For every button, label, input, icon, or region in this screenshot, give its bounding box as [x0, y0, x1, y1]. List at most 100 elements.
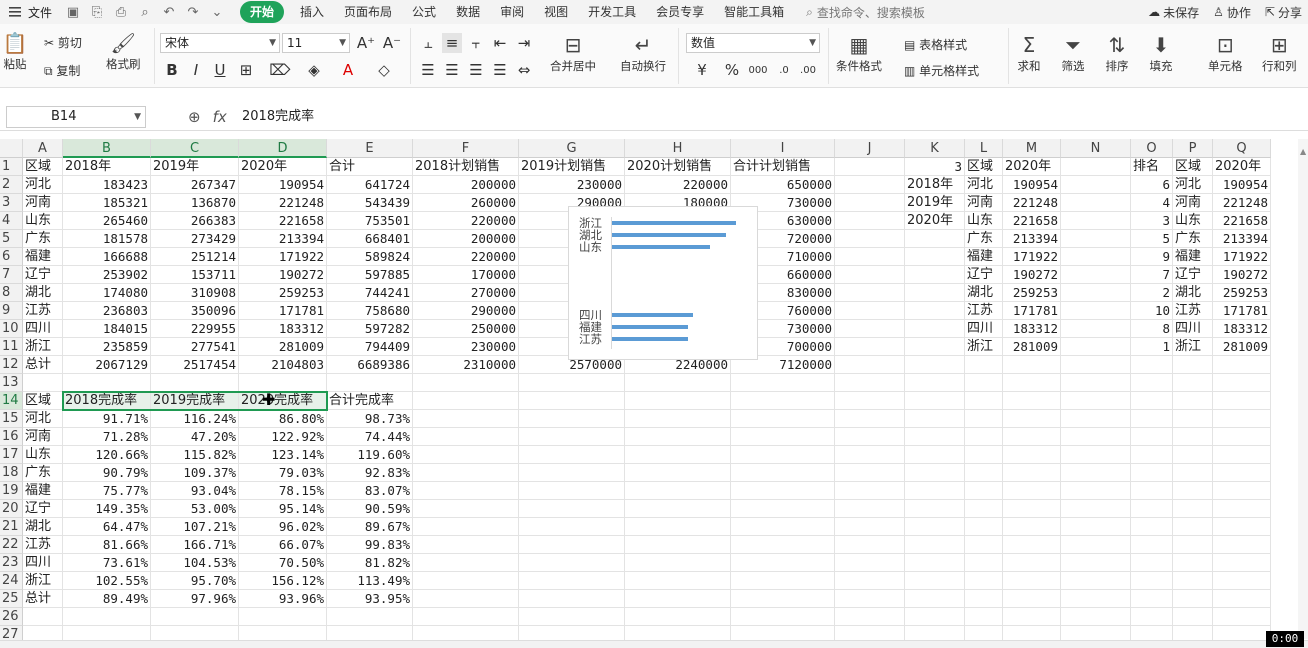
cell-O8[interactable]: 2 — [1131, 284, 1173, 302]
grid-cell[interactable] — [731, 446, 835, 464]
cell-Q1[interactable]: 2020年 — [1213, 158, 1271, 176]
grid-cell[interactable] — [1061, 356, 1131, 374]
cell-style-button[interactable]: ▥ 单元格样式 — [904, 62, 979, 79]
cell-D22[interactable]: 66.07% — [239, 536, 327, 554]
share-button[interactable]: ⇱ 分享 — [1265, 4, 1302, 21]
cell-D12[interactable]: 2104803 — [239, 356, 327, 374]
grid-cell[interactable] — [1213, 446, 1271, 464]
tab-2[interactable]: 页面布局 — [334, 1, 402, 23]
cell-E23[interactable]: 81.82% — [327, 554, 413, 572]
chevron-up-icon[interactable]: ▲ — [1300, 147, 1306, 156]
grid-cell[interactable] — [835, 572, 905, 590]
grid-cell[interactable] — [1173, 446, 1213, 464]
grid-cell[interactable] — [905, 482, 965, 500]
tab-5[interactable]: 审阅 — [490, 1, 534, 23]
grid-cell[interactable] — [519, 446, 625, 464]
grid-cell[interactable] — [835, 266, 905, 284]
cell-D6[interactable]: 171922 — [239, 248, 327, 266]
grid-cell[interactable] — [413, 428, 519, 446]
cell-A24[interactable]: 浙江 — [23, 572, 63, 590]
grid-cell[interactable] — [1003, 428, 1061, 446]
grid-cell[interactable] — [625, 554, 731, 572]
cell-Q8[interactable]: 259253 — [1213, 284, 1271, 302]
cell-C14[interactable]: 2019完成率 — [151, 392, 239, 410]
cell-A7[interactable]: 辽宁 — [23, 266, 63, 284]
grid-cell[interactable] — [731, 500, 835, 518]
grid-cell[interactable] — [905, 266, 965, 284]
cell-B21[interactable]: 64.47% — [63, 518, 151, 536]
file-menu[interactable]: 文件 — [0, 4, 60, 21]
cell-C2[interactable]: 267347 — [151, 176, 239, 194]
cell-D25[interactable]: 93.96% — [239, 590, 327, 608]
row-header-11[interactable]: 11 — [0, 338, 23, 356]
grid-cell[interactable] — [1061, 248, 1131, 266]
column-header-C[interactable]: C — [151, 139, 239, 158]
grid-cell[interactable] — [413, 464, 519, 482]
grid-cell[interactable] — [835, 302, 905, 320]
grid-cell[interactable] — [519, 554, 625, 572]
grid-cell[interactable] — [731, 608, 835, 626]
thousands-icon[interactable]: 000 — [748, 60, 768, 80]
select-all-corner[interactable] — [0, 139, 23, 158]
grid-cell[interactable] — [1213, 518, 1271, 536]
grid-cell[interactable] — [1173, 356, 1213, 374]
cell-C19[interactable]: 93.04% — [151, 482, 239, 500]
cell-D14[interactable]: 2020完成率 — [239, 392, 327, 410]
grid-cell[interactable] — [519, 518, 625, 536]
grid-cell[interactable] — [1213, 500, 1271, 518]
cell-C25[interactable]: 97.96% — [151, 590, 239, 608]
tab-6[interactable]: 视图 — [534, 1, 578, 23]
grid-cell[interactable] — [731, 482, 835, 500]
align-top-icon[interactable]: ⫠ — [418, 33, 438, 53]
chart-bar[interactable] — [612, 233, 726, 237]
grid-cell[interactable] — [965, 428, 1003, 446]
grid-cell[interactable] — [835, 230, 905, 248]
grid-cell[interactable] — [1003, 392, 1061, 410]
grid-cell[interactable] — [835, 338, 905, 356]
cell-A10[interactable]: 四川 — [23, 320, 63, 338]
grid-cell[interactable] — [1061, 446, 1131, 464]
row-header-15[interactable]: 15 — [0, 410, 23, 428]
row-header-2[interactable]: 2 — [0, 176, 23, 194]
grid-cell[interactable] — [1173, 392, 1213, 410]
grid-cell[interactable] — [1213, 608, 1271, 626]
grid-cell[interactable] — [1003, 518, 1061, 536]
grid-cell[interactable] — [1061, 500, 1131, 518]
cell-B18[interactable]: 90.79% — [63, 464, 151, 482]
grid-cell[interactable] — [519, 590, 625, 608]
grid-cell[interactable] — [905, 536, 965, 554]
cell-M4[interactable]: 221658 — [1003, 212, 1061, 230]
cell-A11[interactable]: 浙江 — [23, 338, 63, 356]
row-header-5[interactable]: 5 — [0, 230, 23, 248]
cell-E12[interactable]: 6689386 — [327, 356, 413, 374]
cell-B10[interactable]: 184015 — [63, 320, 151, 338]
grid-cell[interactable] — [1213, 536, 1271, 554]
grid-cell[interactable] — [625, 446, 731, 464]
erase-format-icon[interactable]: ⌦ — [269, 60, 290, 80]
cell-M7[interactable]: 190272 — [1003, 266, 1061, 284]
cell-E21[interactable]: 89.67% — [327, 518, 413, 536]
chart-bar[interactable] — [612, 313, 693, 317]
grid-cell[interactable] — [1061, 572, 1131, 590]
row-header-13[interactable]: 13 — [0, 374, 23, 392]
grid-cell[interactable] — [965, 554, 1003, 572]
unsaved-button[interactable]: ☁ 未保存 — [1148, 4, 1199, 21]
grid-cell[interactable] — [1213, 572, 1271, 590]
column-header-L[interactable]: L — [965, 139, 1003, 158]
grid-cell[interactable] — [835, 248, 905, 266]
grid-cell[interactable] — [1003, 482, 1061, 500]
cell-A17[interactable]: 山东 — [23, 446, 63, 464]
cell-D23[interactable]: 70.50% — [239, 554, 327, 572]
grid-cell[interactable] — [965, 500, 1003, 518]
grid-cell[interactable] — [1003, 410, 1061, 428]
grid-cell[interactable] — [905, 572, 965, 590]
cell-C12[interactable]: 2517454 — [151, 356, 239, 374]
cell-D1[interactable]: 2020年 — [239, 158, 327, 176]
cell-L3[interactable]: 河南 — [965, 194, 1003, 212]
cell-P9[interactable]: 江苏 — [1173, 302, 1213, 320]
cell-D17[interactable]: 123.14% — [239, 446, 327, 464]
column-header-I[interactable]: I — [731, 139, 835, 158]
border-icon[interactable]: ⊞ — [236, 60, 256, 80]
grid-cell[interactable] — [1003, 500, 1061, 518]
grid-cell[interactable] — [1003, 374, 1061, 392]
